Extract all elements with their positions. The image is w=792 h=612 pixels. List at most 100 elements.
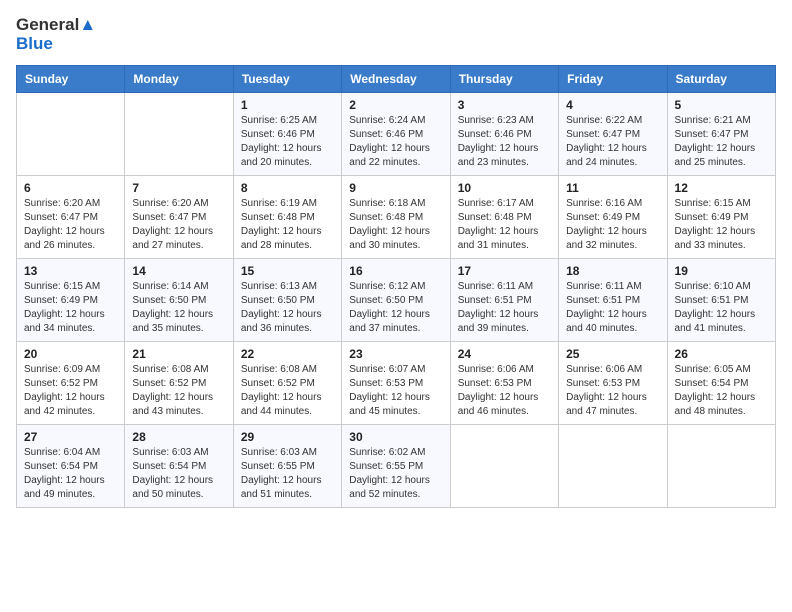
calendar-cell: 17 Sunrise: 6:11 AMSunset: 6:51 PMDayligh… [450,259,558,342]
cell-sun-info: Sunrise: 6:05 AMSunset: 6:54 PMDaylight:… [675,363,768,419]
cell-sun-info: Sunrise: 6:23 AMSunset: 6:46 PMDaylight:… [458,114,551,170]
calendar-table: SundayMondayTuesdayWednesdayThursdayFrid… [16,65,776,508]
calendar-cell: 15 Sunrise: 6:13 AMSunset: 6:50 PMDayligh… [233,259,341,342]
day-number: 10 [458,181,551,195]
cell-sun-info: Sunrise: 6:09 AMSunset: 6:52 PMDaylight:… [24,363,117,419]
calendar-cell: 9 Sunrise: 6:18 AMSunset: 6:48 PMDaylight… [342,176,450,259]
day-number: 24 [458,347,551,361]
logo-blue: Blue [16,34,53,53]
calendar-cell: 10 Sunrise: 6:17 AMSunset: 6:48 PMDayligh… [450,176,558,259]
calendar-cell: 29 Sunrise: 6:03 AMSunset: 6:55 PMDayligh… [233,425,341,508]
calendar-header-row: SundayMondayTuesdayWednesdayThursdayFrid… [17,66,776,93]
day-number: 6 [24,181,117,195]
calendar-cell: 18 Sunrise: 6:11 AMSunset: 6:51 PMDayligh… [559,259,667,342]
cell-sun-info: Sunrise: 6:03 AMSunset: 6:55 PMDaylight:… [241,446,334,502]
cell-sun-info: Sunrise: 6:14 AMSunset: 6:50 PMDaylight:… [132,280,225,336]
calendar-week-row: 1 Sunrise: 6:25 AMSunset: 6:46 PMDaylight… [17,93,776,176]
calendar-cell: 13 Sunrise: 6:15 AMSunset: 6:49 PMDayligh… [17,259,125,342]
day-number: 11 [566,181,659,195]
day-number: 1 [241,98,334,112]
cell-sun-info: Sunrise: 6:08 AMSunset: 6:52 PMDaylight:… [132,363,225,419]
calendar-cell [450,425,558,508]
cell-sun-info: Sunrise: 6:11 AMSunset: 6:51 PMDaylight:… [566,280,659,336]
cell-sun-info: Sunrise: 6:20 AMSunset: 6:47 PMDaylight:… [24,197,117,253]
day-number: 15 [241,264,334,278]
cell-sun-info: Sunrise: 6:15 AMSunset: 6:49 PMDaylight:… [24,280,117,336]
calendar-cell: 23Sunrise: 6:07 AMSunset: 6:53 PMDayligh… [342,342,450,425]
calendar-cell: 6 Sunrise: 6:20 AMSunset: 6:47 PMDaylight… [17,176,125,259]
day-number: 14 [132,264,225,278]
calendar-week-row: 20Sunrise: 6:09 AMSunset: 6:52 PMDayligh… [17,342,776,425]
cell-sun-info: Sunrise: 6:21 AMSunset: 6:47 PMDaylight:… [675,114,768,170]
calendar-cell: 26 Sunrise: 6:05 AMSunset: 6:54 PMDayligh… [667,342,775,425]
day-number: 16 [349,264,442,278]
calendar-cell: 11 Sunrise: 6:16 AMSunset: 6:49 PMDayligh… [559,176,667,259]
calendar-cell: 20Sunrise: 6:09 AMSunset: 6:52 PMDayligh… [17,342,125,425]
calendar-cell: 22Sunrise: 6:08 AMSunset: 6:52 PMDayligh… [233,342,341,425]
day-header-tuesday: Tuesday [233,66,341,93]
calendar-cell: 24Sunrise: 6:06 AMSunset: 6:53 PMDayligh… [450,342,558,425]
cell-sun-info: Sunrise: 6:11 AMSunset: 6:51 PMDaylight:… [458,280,551,336]
day-header-friday: Friday [559,66,667,93]
cell-sun-info: Sunrise: 6:18 AMSunset: 6:48 PMDaylight:… [349,197,442,253]
cell-sun-info: Sunrise: 6:19 AMSunset: 6:48 PMDaylight:… [241,197,334,253]
calendar-week-row: 13 Sunrise: 6:15 AMSunset: 6:49 PMDayligh… [17,259,776,342]
cell-sun-info: Sunrise: 6:13 AMSunset: 6:50 PMDaylight:… [241,280,334,336]
logo-wordmark: General▲ Blue [16,16,96,53]
day-number: 7 [132,181,225,195]
cell-sun-info: Sunrise: 6:02 AMSunset: 6:55 PMDaylight:… [349,446,442,502]
calendar-cell: 3 Sunrise: 6:23 AMSunset: 6:46 PMDaylight… [450,93,558,176]
logo-bird-icon: ▲ [79,15,96,34]
calendar-cell [125,93,233,176]
calendar-cell: 28Sunrise: 6:03 AMSunset: 6:54 PMDayligh… [125,425,233,508]
calendar-cell: 27 Sunrise: 6:04 AMSunset: 6:54 PMDayligh… [17,425,125,508]
day-number: 9 [349,181,442,195]
calendar-week-row: 6 Sunrise: 6:20 AMSunset: 6:47 PMDaylight… [17,176,776,259]
cell-sun-info: Sunrise: 6:17 AMSunset: 6:48 PMDaylight:… [458,197,551,253]
day-number: 13 [24,264,117,278]
day-number: 27 [24,430,117,444]
cell-sun-info: Sunrise: 6:25 AMSunset: 6:46 PMDaylight:… [241,114,334,170]
day-header-thursday: Thursday [450,66,558,93]
cell-sun-info: Sunrise: 6:04 AMSunset: 6:54 PMDaylight:… [24,446,117,502]
cell-sun-info: Sunrise: 6:20 AMSunset: 6:47 PMDaylight:… [132,197,225,253]
day-number: 8 [241,181,334,195]
day-number: 18 [566,264,659,278]
day-number: 26 [675,347,768,361]
calendar-cell: 14 Sunrise: 6:14 AMSunset: 6:50 PMDayligh… [125,259,233,342]
day-number: 21 [132,347,225,361]
calendar-cell: 4 Sunrise: 6:22 AMSunset: 6:47 PMDaylight… [559,93,667,176]
calendar-cell: 2Sunrise: 6:24 AMSunset: 6:46 PMDaylight… [342,93,450,176]
logo-general: General [16,15,79,34]
calendar-cell: 12Sunrise: 6:15 AMSunset: 6:49 PMDayligh… [667,176,775,259]
header: General▲ Blue [16,16,776,53]
cell-sun-info: Sunrise: 6:22 AMSunset: 6:47 PMDaylight:… [566,114,659,170]
calendar-cell [667,425,775,508]
day-number: 17 [458,264,551,278]
day-header-monday: Monday [125,66,233,93]
day-number: 4 [566,98,659,112]
calendar-cell: 7 Sunrise: 6:20 AMSunset: 6:47 PMDaylight… [125,176,233,259]
day-number: 29 [241,430,334,444]
day-header-saturday: Saturday [667,66,775,93]
cell-sun-info: Sunrise: 6:10 AMSunset: 6:51 PMDaylight:… [675,280,768,336]
day-header-sunday: Sunday [17,66,125,93]
calendar-cell: 1 Sunrise: 6:25 AMSunset: 6:46 PMDaylight… [233,93,341,176]
day-number: 12 [675,181,768,195]
day-number: 22 [241,347,334,361]
calendar-cell: 5Sunrise: 6:21 AMSunset: 6:47 PMDaylight… [667,93,775,176]
cell-sun-info: Sunrise: 6:12 AMSunset: 6:50 PMDaylight:… [349,280,442,336]
calendar-cell: 21 Sunrise: 6:08 AMSunset: 6:52 PMDayligh… [125,342,233,425]
day-number: 19 [675,264,768,278]
day-number: 30 [349,430,442,444]
calendar-cell: 8 Sunrise: 6:19 AMSunset: 6:48 PMDaylight… [233,176,341,259]
day-number: 3 [458,98,551,112]
calendar-cell [17,93,125,176]
cell-sun-info: Sunrise: 6:07 AMSunset: 6:53 PMDaylight:… [349,363,442,419]
calendar-cell: 25Sunrise: 6:06 AMSunset: 6:53 PMDayligh… [559,342,667,425]
logo: General▲ Blue [16,16,96,53]
day-number: 28 [132,430,225,444]
day-header-wednesday: Wednesday [342,66,450,93]
cell-sun-info: Sunrise: 6:16 AMSunset: 6:49 PMDaylight:… [566,197,659,253]
calendar-cell: 16 Sunrise: 6:12 AMSunset: 6:50 PMDayligh… [342,259,450,342]
